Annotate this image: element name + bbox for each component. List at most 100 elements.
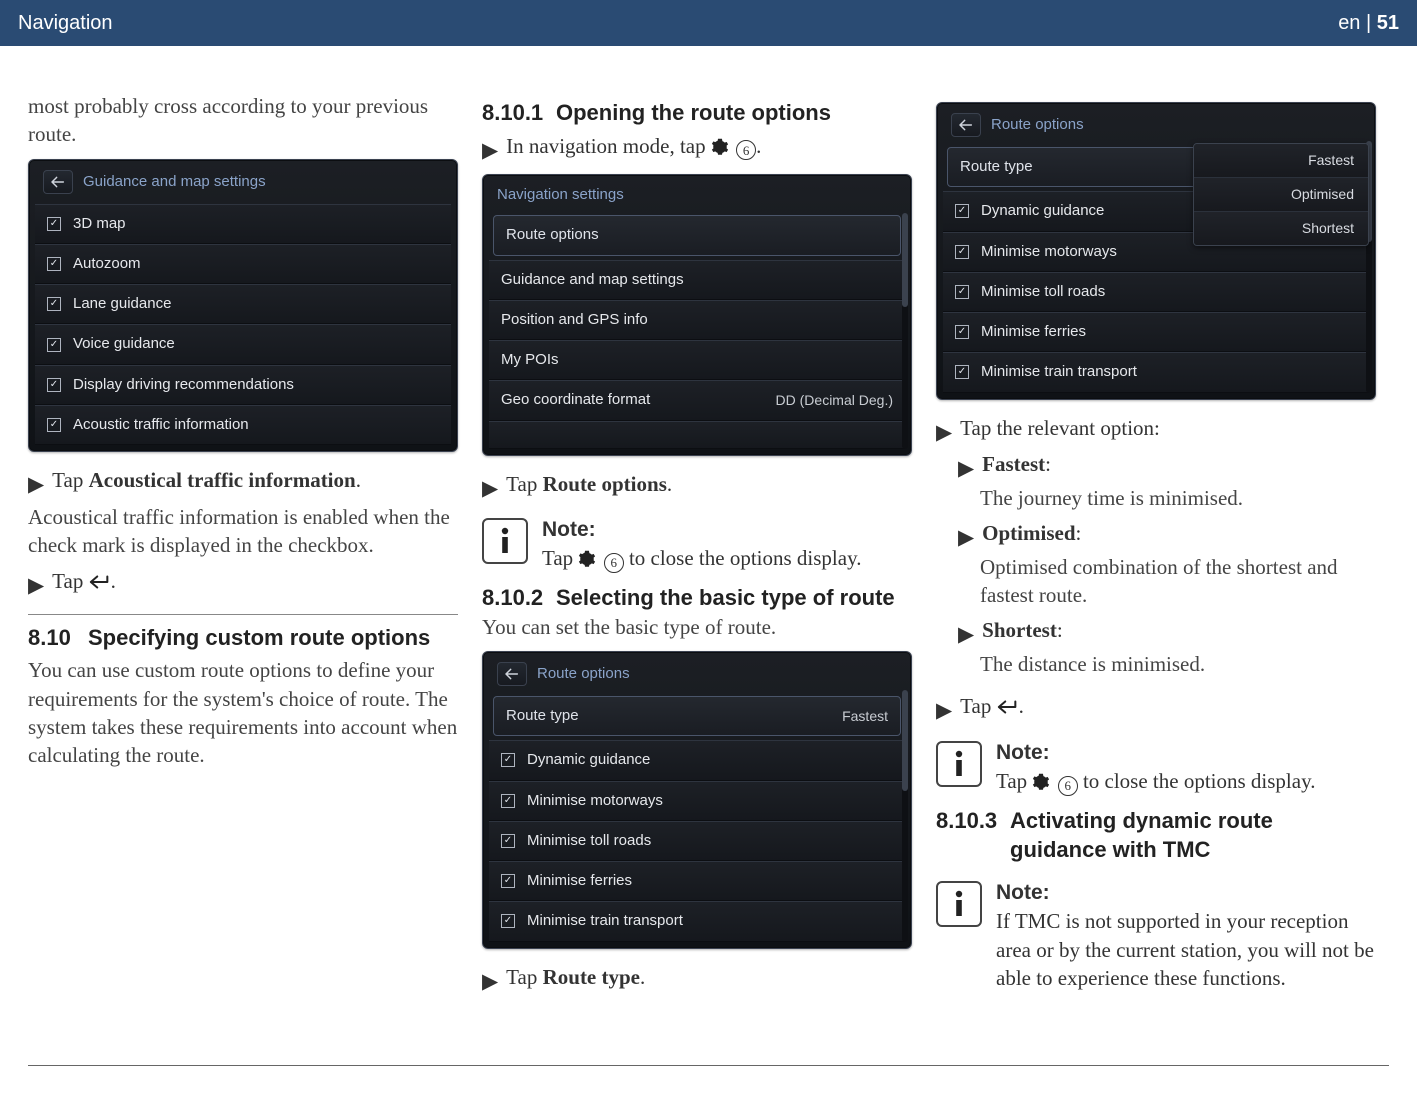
list-item[interactable]: Guidance and map settings (489, 260, 905, 300)
checkbox-icon: ✓ (501, 834, 515, 848)
circled-number-icon: 6 (604, 553, 624, 573)
panel-titlebar: Route options (489, 658, 905, 696)
note-heading: Note: (996, 739, 1315, 767)
panel-titlebar: Route options (943, 109, 1369, 147)
list-item[interactable]: ✓Minimise train transport (489, 901, 905, 941)
header-title: Navigation (18, 12, 113, 35)
circled-number-icon: 6 (1058, 776, 1078, 796)
list-item[interactable]: ✓3D map (35, 204, 451, 244)
checkbox-icon: ✓ (955, 325, 969, 339)
scrollbar[interactable] (902, 690, 908, 942)
note-box: Note: Tap 6 to close the options display… (936, 739, 1376, 796)
list-item[interactable]: Geo coordinate formatDD (Decimal Deg.) (489, 380, 905, 420)
dropdown-option[interactable]: Shortest (1194, 211, 1368, 245)
option-desc: The distance is minimised. (980, 650, 1376, 678)
panel-title: Route options (537, 664, 630, 684)
section-heading: 8.10 Specifying custom route options (28, 623, 458, 653)
checkbox-icon: ✓ (955, 285, 969, 299)
list-item-header[interactable]: Route options (493, 215, 901, 255)
dropdown-option[interactable]: Optimised (1194, 177, 1368, 211)
footer-divider (28, 1065, 1389, 1066)
paragraph: Acoustical traffic information is enable… (28, 503, 458, 560)
header-page-info: en | 51 (1338, 12, 1399, 35)
option-desc: Optimised combination of the shortest an… (980, 553, 1376, 610)
list-item[interactable]: ✓Autozoom (35, 244, 451, 284)
step: ▶ Tap Acoustical traffic information. (28, 466, 458, 498)
info-icon (936, 881, 982, 927)
triangle-icon: ▶ (958, 616, 974, 648)
triangle-icon: ▶ (482, 132, 498, 164)
info-icon (482, 518, 528, 564)
checkbox-icon: ✓ (47, 378, 61, 392)
list-item[interactable]: ✓Lane guidance (35, 284, 451, 324)
list-item[interactable]: ✓Minimise ferries (943, 312, 1369, 352)
list-item[interactable]: ✓Display driving recommendations (35, 365, 451, 405)
route-type-dropdown: Fastest Optimised Shortest (1193, 143, 1369, 246)
checkbox-icon: ✓ (955, 365, 969, 379)
checkbox-icon: ✓ (47, 418, 61, 432)
scrollbar[interactable] (902, 213, 908, 449)
list-item[interactable]: ✓Acoustic traffic information (35, 405, 451, 445)
column-3: Route options Route type Fastest ✓Dynami… (936, 92, 1376, 1002)
note-box: Note: Tap 6 to close the options display… (482, 516, 912, 573)
gear-icon (578, 550, 596, 568)
list-item[interactable]: ✓Minimise toll roads (943, 272, 1369, 312)
panel-route-options-dropdown: Route options Route type Fastest ✓Dynami… (936, 102, 1376, 400)
triangle-icon: ▶ (958, 450, 974, 482)
panel-title: Route options (991, 115, 1084, 135)
option-item: ▶Fastest: (958, 450, 1376, 482)
return-icon (89, 574, 111, 590)
option-desc: The journey time is minimised. (980, 484, 1376, 512)
circled-number-icon: 6 (736, 140, 756, 160)
list-item[interactable]: My POIs (489, 340, 905, 380)
list-item[interactable]: ✓Minimise motorways (489, 781, 905, 821)
column-2: 8.10.1Opening the route options ▶ In nav… (482, 92, 912, 1002)
triangle-icon: ▶ (936, 414, 952, 446)
list-item[interactable]: ✓Minimise toll roads (489, 821, 905, 861)
back-icon[interactable] (497, 662, 527, 686)
back-icon[interactable] (951, 113, 981, 137)
triangle-icon: ▶ (482, 470, 498, 502)
subsection-heading: 8.10.2Selecting the basic type of route (482, 583, 912, 613)
list-item[interactable]: ✓Dynamic guidance (489, 740, 905, 780)
paragraph: You can set the basic type of route. (482, 613, 912, 641)
option-item: ▶Shortest: (958, 616, 1376, 648)
note-body: Tap 6 to close the options display. (996, 767, 1315, 796)
step: ▶ Tap . (28, 567, 458, 599)
panel-route-options: Route options Route type Fastest ✓Dynami… (482, 651, 912, 949)
subsection-heading: 8.10.3Activating dynamic route guidance … (936, 806, 1376, 865)
checkbox-icon: ✓ (501, 874, 515, 888)
checkbox-icon: ✓ (501, 794, 515, 808)
checkbox-icon: ✓ (47, 338, 61, 352)
note-heading: Note: (542, 516, 861, 544)
list-item-header[interactable]: Route type Fastest (493, 696, 901, 736)
panel-titlebar: Guidance and map settings (35, 166, 451, 204)
panel-titlebar: Navigation settings (489, 181, 905, 215)
subsection-heading: 8.10.1Opening the route options (482, 98, 912, 128)
triangle-icon: ▶ (482, 963, 498, 995)
content-columns: most probably cross according to your pr… (0, 46, 1417, 1042)
step: ▶ In navigation mode, tap 6. (482, 132, 912, 164)
list-item[interactable]: Position and GPS info (489, 300, 905, 340)
note-box: Note: If TMC is not supported in your re… (936, 879, 1376, 992)
panel-title: Guidance and map settings (83, 172, 266, 192)
column-1: most probably cross according to your pr… (28, 92, 458, 1002)
page-header: Navigation en | 51 (0, 0, 1417, 46)
return-icon (997, 699, 1019, 715)
list-item[interactable]: ✓Minimise ferries (489, 861, 905, 901)
checkbox-icon: ✓ (501, 914, 515, 928)
panel-title: Navigation settings (497, 185, 624, 205)
back-icon[interactable] (43, 170, 73, 194)
dropdown-option[interactable]: Fastest (1194, 144, 1368, 177)
gear-icon (1032, 773, 1050, 791)
list-item[interactable]: ✓Voice guidance (35, 324, 451, 364)
checkbox-icon: ✓ (501, 753, 515, 767)
list-item-empty (489, 421, 905, 449)
triangle-icon: ▶ (28, 466, 44, 498)
panel-guidance-map-settings: Guidance and map settings ✓3D map ✓Autoz… (28, 159, 458, 453)
note-body: If TMC is not supported in your receptio… (996, 907, 1376, 992)
list-item[interactable]: ✓Minimise train transport (943, 352, 1369, 392)
triangle-icon: ▶ (28, 567, 44, 599)
triangle-icon: ▶ (958, 519, 974, 551)
option-list: ▶Fastest: The journey time is minimised.… (958, 450, 1376, 678)
